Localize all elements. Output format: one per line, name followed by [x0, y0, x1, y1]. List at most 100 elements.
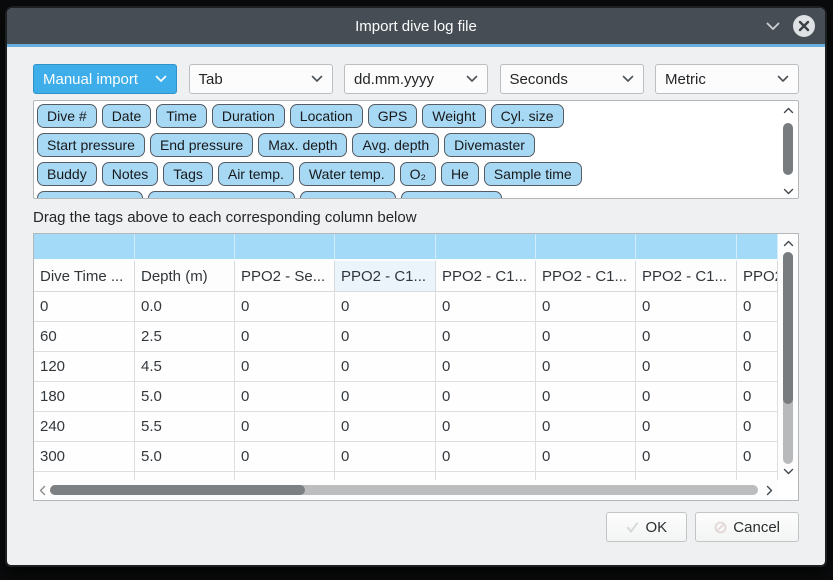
drag-instruction: Drag the tags above to each correspondin… — [33, 209, 799, 226]
scroll-left-icon[interactable] — [35, 480, 49, 500]
tag-divemaster[interactable]: Divemaster — [444, 133, 535, 157]
table-cell: 0 — [636, 382, 737, 412]
drop-target-cell[interactable] — [235, 234, 335, 261]
tag-location[interactable]: Location — [290, 104, 363, 128]
tag-sample-temperature[interactable]: Sample temperature — [148, 191, 295, 199]
tag-duration[interactable]: Duration — [212, 104, 285, 128]
table-cell: 0 — [235, 292, 335, 322]
tag-sample-cns[interactable]: Sample CNS — [401, 191, 502, 199]
table-cell: 0 — [335, 382, 436, 412]
column-header: PPO2 - C1... — [335, 261, 436, 292]
table-cell: 180 — [34, 382, 135, 412]
table-row: 1204.5000000 — [34, 352, 778, 382]
tag-avg-depth[interactable]: Avg. depth — [352, 133, 439, 157]
tag-sample-po[interactable]: Sample pO₂ — [300, 191, 395, 199]
tag-sample-time[interactable]: Sample time — [484, 162, 582, 186]
hscrollbar-track[interactable] — [50, 485, 758, 495]
drop-target-cell[interactable] — [135, 234, 235, 261]
cancel-button[interactable]: Cancel — [695, 512, 799, 542]
tag-gps[interactable]: GPS — [368, 104, 418, 128]
table-row: 1805.0000000 — [34, 382, 778, 412]
tag-air-temp[interactable]: Air temp. — [218, 162, 294, 186]
column-header: Depth (m) — [135, 261, 235, 292]
table-cell: 0 — [235, 352, 335, 382]
column-header: PPO2 - C1... — [636, 261, 737, 292]
tag-start-pressure[interactable]: Start pressure — [37, 133, 145, 157]
table-row: 602.5000000 — [34, 322, 778, 352]
cancel-icon — [714, 521, 727, 534]
tag-sample-depth[interactable]: Sample depth — [37, 191, 143, 199]
table-cell — [335, 472, 436, 480]
tag-cyl-size[interactable]: Cyl. size — [491, 104, 564, 128]
table-row: 00.0000000 — [34, 292, 778, 322]
date-format-select[interactable]: dd.mm.yyyy — [344, 64, 488, 94]
tag-buddy[interactable]: Buddy — [37, 162, 97, 186]
table-horizontal-scrollbar[interactable] — [34, 480, 778, 500]
drop-target-cell[interactable] — [536, 234, 636, 261]
table-row-partial — [34, 472, 778, 480]
table-cell: 0 — [335, 292, 436, 322]
tag-he[interactable]: He — [441, 162, 479, 186]
table-cell: 0 — [636, 322, 737, 352]
tag-weight[interactable]: Weight — [422, 104, 485, 128]
table-cell: 0 — [737, 322, 778, 352]
dialog-content: Manual import Tab dd.mm.yyyy Seconds Met… — [7, 47, 825, 542]
table-cell: 0 — [335, 352, 436, 382]
tag-row: BuddyNotesTagsAir temp.Water temp.O₂HeSa… — [37, 162, 774, 186]
table-cell: 0 — [636, 442, 737, 472]
tag-end-pressure[interactable]: End pressure — [150, 133, 253, 157]
field-separator-select[interactable]: Tab — [189, 64, 333, 94]
tag-dive[interactable]: Dive # — [37, 104, 97, 128]
table-cell: 0 — [536, 412, 636, 442]
scroll-right-icon[interactable] — [762, 480, 776, 500]
tag-notes[interactable]: Notes — [102, 162, 159, 186]
tag-list-scrollbar[interactable] — [778, 101, 798, 199]
scroll-down-icon[interactable] — [778, 464, 798, 478]
shade-chevron-down-icon[interactable] — [765, 18, 781, 34]
tag-rows: Dive #DateTimeDurationLocationGPSWeightC… — [37, 104, 774, 199]
table-cell: 0 — [335, 442, 436, 472]
tag-scrollbar-thumb[interactable] — [783, 123, 793, 175]
units-select[interactable]: Metric — [655, 64, 799, 94]
duration-format-value: Seconds — [510, 71, 568, 88]
import-type-select[interactable]: Manual import — [33, 64, 177, 94]
import-preview-table: Dive Time ...Depth (m)PPO2 - Se...PPO2 -… — [33, 233, 799, 501]
table-cell: 0 — [536, 292, 636, 322]
drop-target-cell[interactable] — [335, 234, 436, 261]
drop-target-cell[interactable] — [737, 234, 778, 261]
table-cell: 0 — [436, 442, 536, 472]
tag-date[interactable]: Date — [102, 104, 152, 128]
drop-target-cell[interactable] — [34, 234, 135, 261]
drop-target-cell[interactable] — [436, 234, 536, 261]
drop-target-cell[interactable] — [636, 234, 737, 261]
column-drop-row — [34, 234, 778, 261]
table-cell: 60 — [34, 322, 135, 352]
scroll-up-icon[interactable] — [778, 103, 798, 117]
table-cell: 5.5 — [135, 412, 235, 442]
table-cell: 0 — [737, 292, 778, 322]
table-cell: 0 — [235, 322, 335, 352]
tag-row: Sample depth Sample temperature Sample pO₂… — [37, 191, 774, 199]
scroll-down-icon[interactable] — [778, 184, 798, 198]
duration-format-select[interactable]: Seconds — [500, 64, 644, 94]
tag-water-temp[interactable]: Water temp. — [299, 162, 395, 186]
table-cell: 0 — [436, 292, 536, 322]
table-vertical-scrollbar[interactable] — [778, 234, 798, 480]
table-cell: 0 — [436, 352, 536, 382]
table-scrollbar-thumb[interactable] — [783, 252, 793, 404]
scroll-up-icon[interactable] — [778, 236, 798, 250]
tag-tags[interactable]: Tags — [163, 162, 213, 186]
tag-max-depth[interactable]: Max. depth — [258, 133, 347, 157]
table-cell: 5.0 — [135, 442, 235, 472]
chevron-down-icon — [155, 75, 167, 83]
hscrollbar-thumb[interactable] — [50, 485, 305, 495]
ok-button[interactable]: OK — [606, 512, 687, 542]
tag-time[interactable]: Time — [156, 104, 207, 128]
tag-o[interactable]: O₂ — [400, 162, 436, 186]
table-cell: 0 — [335, 412, 436, 442]
table-cell: 0 — [436, 322, 536, 352]
close-icon[interactable] — [793, 15, 815, 37]
column-header: Dive Time ... — [34, 261, 135, 292]
table-cell — [536, 472, 636, 480]
tag-list: Dive #DateTimeDurationLocationGPSWeightC… — [33, 100, 799, 199]
